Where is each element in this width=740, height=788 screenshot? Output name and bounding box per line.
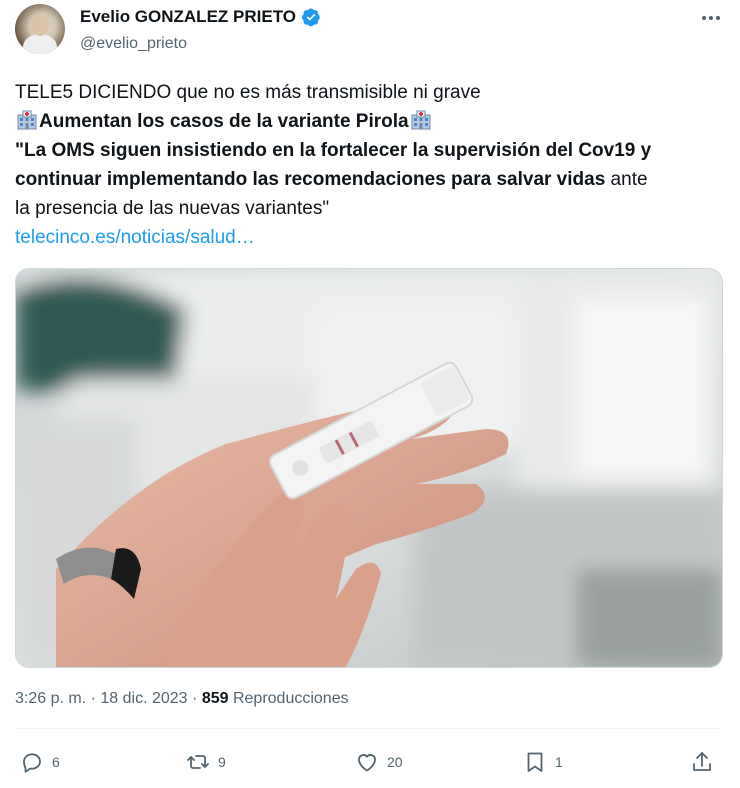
more-dots-icon: [702, 16, 720, 20]
tweet-headline: Aumentan los casos de la variante Pirola: [39, 111, 409, 132]
tweet-quote-line-1: "La OMS siguen insistiendo en la fortale…: [15, 136, 720, 165]
views-count: 859: [201, 690, 229, 707]
tweet-quote-bold-2: continuar implementando las recomendacio…: [15, 169, 606, 190]
heart-icon: [358, 754, 376, 772]
tweet-line-1: TELE5 DICIENDO que no es más transmisibl…: [15, 82, 481, 103]
retweet-button[interactable]: 9: [186, 748, 226, 776]
reply-count: 6: [52, 754, 60, 770]
bookmark-button[interactable]: 1: [523, 748, 563, 776]
share-icon: [693, 752, 711, 771]
tweet-quote-plain-2: ante: [605, 169, 648, 190]
author-handle[interactable]: @evelio_prieto: [80, 35, 187, 53]
tweet-date[interactable]: 18 dic. 2023: [100, 690, 187, 707]
divider: [15, 728, 721, 729]
tweet-media-image[interactable]: [15, 268, 723, 668]
tweet-quote-line-2: continuar implementando las recomendacio…: [15, 165, 720, 194]
hospital-emoji-icon: [411, 110, 431, 130]
meta-separator: ·: [192, 690, 198, 707]
tweet-text: TELE5 DICIENDO que no es más transmisibl…: [15, 78, 720, 252]
retweet-icon: [187, 755, 209, 769]
reply-button[interactable]: 6: [20, 748, 60, 776]
views-label: Reproducciones: [232, 690, 349, 707]
tweet-headline-line: Aumentan los casos de la variante Pirola: [15, 107, 720, 136]
bookmark-count: 1: [555, 754, 563, 770]
retweet-count: 9: [218, 754, 226, 770]
author-name-row[interactable]: Evelio GONZALEZ PRIETO: [80, 6, 321, 28]
hospital-emoji-icon: [17, 110, 37, 130]
bookmark-icon: [527, 752, 543, 772]
verified-badge-icon: [301, 8, 320, 27]
reply-icon: [23, 753, 41, 773]
meta-separator: ·: [90, 690, 96, 707]
author-avatar[interactable]: [15, 4, 65, 54]
author-name[interactable]: Evelio GONZALEZ PRIETO: [80, 7, 296, 27]
tweet-time[interactable]: 3:26 p. m.: [15, 690, 86, 707]
covid-test-photo: [16, 269, 722, 667]
like-button[interactable]: 20: [355, 748, 403, 776]
tweet-quote-line-3: la presencia de las nuevas variantes": [15, 198, 330, 219]
tweet-quote-bold-1: "La OMS siguen insistiendo en la fortale…: [15, 140, 652, 161]
like-count: 20: [387, 754, 403, 770]
more-options-button[interactable]: [700, 8, 722, 28]
share-button[interactable]: [690, 748, 714, 776]
tweet-link[interactable]: telecinco.es/noticias/salud…: [15, 223, 720, 252]
tweet-meta: 3:26 p. m. · 18 dic. 2023 · 859 Reproduc…: [15, 690, 349, 708]
